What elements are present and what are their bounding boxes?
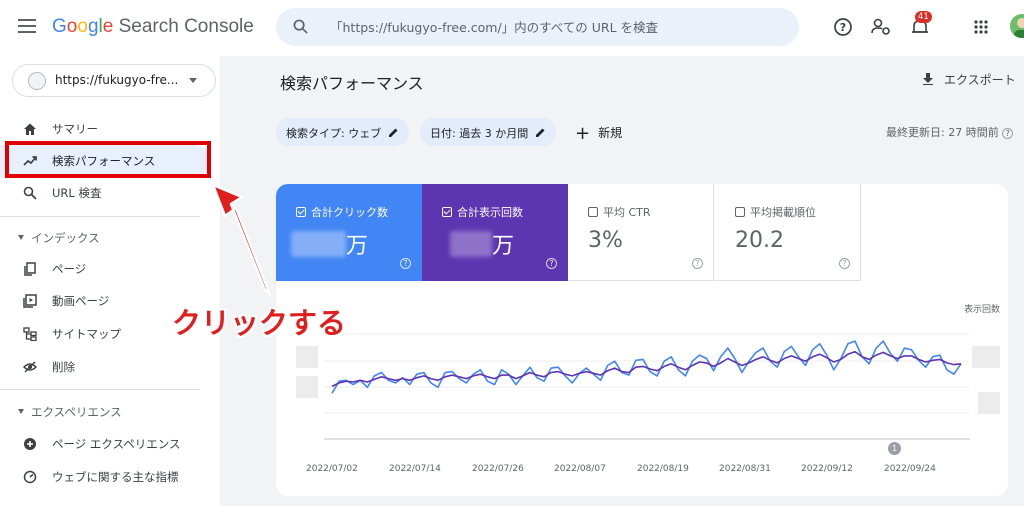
sidebar-item-core-web-vitals[interactable]: ウェブに関する主な指標	[0, 461, 210, 493]
sidebar-item-page-experience[interactable]: ページ エクスペリエンス	[0, 428, 210, 460]
sidebar-item-label: サイトマップ	[52, 327, 121, 341]
search-icon	[23, 186, 37, 200]
sidebar-item-label: ウェブに関する主な指標	[52, 470, 179, 484]
x-tick-label: 2022/08/07	[554, 464, 606, 474]
svg-text:?: ?	[840, 21, 846, 34]
filter-search-type[interactable]: 検索タイプ: ウェブ	[276, 118, 410, 146]
section-index[interactable]: インデックス	[0, 225, 210, 251]
export-label: エクスポート	[944, 73, 1016, 87]
property-avatar	[28, 72, 46, 90]
new-filter-button[interactable]: + 新規	[575, 123, 622, 144]
search-input[interactable]	[330, 8, 780, 46]
edit-icon	[536, 128, 545, 137]
sidebar: https://fukugyo-fre... サマリー 検索パフォーマンス UR…	[0, 56, 220, 506]
help-icon[interactable]: ?	[832, 16, 854, 38]
callout-text: クリックする	[172, 306, 347, 340]
page-title: 検索パフォーマンス	[280, 74, 424, 93]
account-avatar[interactable]	[1010, 14, 1024, 38]
plus-icon: +	[575, 123, 591, 144]
sidebar-item-label: ページ	[52, 262, 87, 276]
property-selector[interactable]: https://fukugyo-fre...	[12, 64, 216, 97]
sidebar-item-label: サマリー	[52, 122, 98, 136]
divider	[0, 389, 200, 390]
notification-badge: 41	[915, 11, 932, 23]
chevron-down-icon	[18, 409, 24, 414]
pages-icon	[24, 262, 36, 276]
x-tick-label: 2022/08/19	[637, 464, 689, 474]
core-web-vitals-icon	[23, 470, 37, 484]
chip-label: 検索タイプ: ウェブ	[286, 127, 382, 140]
main-content: 検索パフォーマンス エクスポート 検索タイプ: ウェブ 日付: 過去 3 か月間…	[220, 56, 1024, 506]
sidebar-item-performance[interactable]: 検索パフォーマンス	[0, 145, 210, 177]
page-experience-icon	[24, 438, 36, 450]
x-tick-label: 2022/07/02	[306, 464, 358, 474]
section-label: インデックス	[31, 231, 100, 245]
x-tick-label: 2022/09/12	[801, 464, 853, 474]
edit-icon	[389, 128, 398, 137]
download-icon	[923, 73, 933, 85]
top-app-bar: Google Search Console ? 41	[0, 0, 1024, 56]
removals-icon	[23, 361, 37, 373]
chip-label: 日付: 過去 3 か月間	[430, 127, 529, 140]
filter-date[interactable]: 日付: 過去 3 か月間	[420, 118, 557, 146]
sidebar-item-summary[interactable]: サマリー	[0, 113, 210, 145]
apps-icon[interactable]	[970, 16, 992, 38]
sidebar-item-label: 検索パフォーマンス	[52, 154, 156, 168]
sidebar-item-pages[interactable]: ページ	[0, 253, 210, 285]
last-updated: 最終更新日: 27 時間前 ?	[886, 124, 1014, 140]
divider	[0, 216, 200, 217]
section-label: エクスペリエンス	[31, 405, 122, 419]
sidebar-item-removals[interactable]: 削除	[0, 351, 210, 383]
search-icon[interactable]	[293, 19, 308, 34]
sidebar-item-url-inspection[interactable]: URL 検査	[0, 177, 210, 209]
video-pages-icon	[23, 294, 37, 308]
trending-up-icon	[23, 156, 37, 166]
chevron-down-icon	[18, 235, 24, 240]
x-tick-label: 2022/09/24	[884, 464, 936, 474]
x-tick-label: 2022/07/14	[389, 464, 441, 474]
property-url: https://fukugyo-fre...	[55, 73, 179, 87]
sidebar-item-label: ページ エクスペリエンス	[52, 437, 181, 451]
section-experience[interactable]: エクスペリエンス	[0, 399, 210, 425]
export-button[interactable]: エクスポート	[922, 71, 1016, 88]
home-icon	[24, 123, 36, 135]
help-icon[interactable]: ?	[1002, 128, 1014, 139]
new-label: 新規	[598, 126, 623, 140]
sidebar-item-label: 削除	[52, 360, 75, 374]
url-inspection-search[interactable]	[276, 8, 799, 46]
chevron-down-icon	[189, 78, 197, 83]
x-tick-label: 2022/07/26	[472, 464, 524, 474]
app-logo[interactable]: Google Search Console	[52, 16, 254, 38]
users-settings-icon[interactable]	[870, 16, 892, 38]
x-tick-label: 2022/08/31	[719, 464, 771, 474]
sidebar-item-label: URL 検査	[52, 186, 102, 200]
impressions-series-line	[331, 350, 962, 388]
annotation-marker[interactable]: 1	[888, 442, 901, 455]
sitemap-icon	[23, 327, 37, 341]
menu-icon[interactable]	[18, 19, 36, 33]
performance-card: 合計クリック数 万 ? 合計表示回数 万 ? 平均 CTR 3% ? 平均掲載順…	[276, 184, 1008, 496]
sidebar-item-label: 動画ページ	[52, 294, 110, 308]
